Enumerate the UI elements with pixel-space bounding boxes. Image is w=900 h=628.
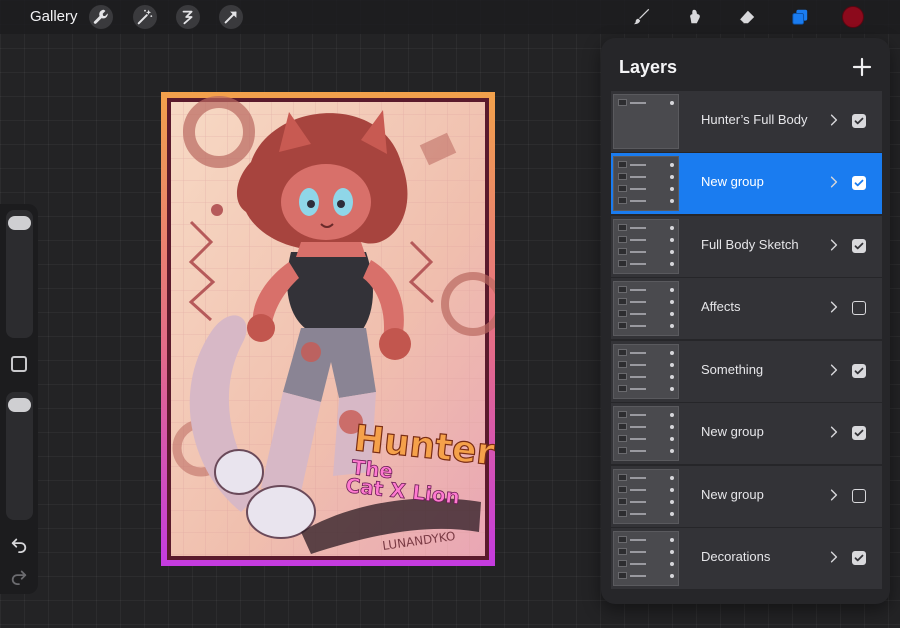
sublayer-preview [618, 435, 676, 443]
sublayer-preview [618, 536, 676, 544]
visibility-checkbox[interactable] [852, 364, 866, 378]
layer-row[interactable]: New group [611, 153, 882, 214]
sublayer-preview [618, 286, 676, 294]
chevron-right-icon[interactable] [828, 549, 840, 565]
magic-wand-icon[interactable] [133, 5, 157, 29]
sublayer-preview [618, 486, 676, 494]
sublayer-preview [618, 385, 676, 393]
plus-icon[interactable] [849, 54, 875, 80]
layer-thumbnail[interactable] [613, 344, 679, 399]
sublayer-preview [618, 236, 676, 244]
sublayer-preview [618, 498, 676, 506]
layer-row[interactable]: New group [611, 403, 882, 464]
sublayer-preview [618, 423, 676, 431]
sublayer-preview [618, 560, 676, 568]
chevron-right-icon[interactable] [828, 424, 840, 440]
sublayer-preview [618, 373, 676, 381]
chevron-right-icon[interactable] [828, 487, 840, 503]
eraser-icon[interactable] [735, 5, 759, 29]
chevron-right-icon[interactable] [828, 299, 840, 315]
sublayer-preview [618, 310, 676, 318]
layers-panel: Layers Hunter’s Full Body New group Full B… [601, 38, 890, 604]
layer-thumbnail[interactable] [613, 281, 679, 336]
layer-thumbnail[interactable] [613, 469, 679, 524]
visibility-checkbox[interactable] [852, 114, 866, 128]
layer-thumbnail[interactable] [613, 406, 679, 461]
brush-size-slider[interactable] [6, 210, 33, 338]
top-toolbar: Gallery [0, 0, 900, 34]
layer-name: Full Body Sketch [701, 237, 799, 252]
sublayer-preview [618, 447, 676, 455]
layer-thumbnail[interactable] [611, 154, 681, 213]
sublayer-preview [618, 510, 676, 518]
redo-icon[interactable] [9, 566, 29, 586]
chevron-right-icon[interactable] [828, 112, 840, 128]
sublayer-preview [618, 361, 676, 369]
layer-name: Affects [701, 299, 741, 314]
visibility-checkbox[interactable] [852, 239, 866, 253]
sublayer-preview [618, 298, 676, 306]
sublayer-preview [618, 349, 676, 357]
undo-icon[interactable] [9, 534, 29, 554]
layer-name: New group [701, 424, 764, 439]
layer-name: Hunter’s Full Body [701, 112, 808, 127]
left-sidebar [0, 204, 38, 594]
visibility-checkbox[interactable] [852, 301, 866, 315]
visibility-checkbox[interactable] [852, 489, 866, 503]
color-picker-button[interactable] [842, 6, 864, 28]
layer-thumbnail[interactable] [613, 531, 679, 586]
layer-row[interactable]: Hunter’s Full Body [611, 91, 882, 152]
chevron-right-icon[interactable] [828, 362, 840, 378]
canvas-artwork[interactable]: Hunter The Cat X Lion LUNANDYKO [161, 92, 495, 566]
modify-button[interactable] [11, 356, 27, 372]
brush-icon[interactable] [630, 5, 654, 29]
sublayer-preview [618, 197, 676, 205]
sublayer-preview [618, 185, 676, 193]
artwork-illustration: Hunter The Cat X Lion LUNANDYKO [161, 92, 495, 566]
sublayer-preview [618, 548, 676, 556]
wrench-icon[interactable] [89, 5, 113, 29]
sublayer-preview [618, 572, 676, 580]
gallery-button[interactable]: Gallery [30, 8, 78, 25]
layers-panel-title: Layers [619, 57, 678, 77]
selection-icon[interactable] [176, 5, 200, 29]
sublayer-preview [618, 248, 676, 256]
layer-row[interactable]: Full Body Sketch [611, 216, 882, 277]
brush-size-knob[interactable] [8, 216, 31, 230]
layer-name: Decorations [701, 549, 771, 564]
chevron-right-icon[interactable] [828, 174, 840, 190]
visibility-checkbox[interactable] [852, 426, 866, 440]
sublayer-preview [618, 260, 676, 268]
sublayer-preview [618, 474, 676, 482]
layer-row[interactable]: New group [611, 466, 882, 527]
layer-thumbnail[interactable] [613, 219, 679, 274]
visibility-checkbox[interactable] [852, 176, 866, 190]
layer-row[interactable]: Decorations [611, 528, 882, 589]
visibility-checkbox[interactable] [852, 551, 866, 565]
sublayer-preview [618, 224, 676, 232]
sublayer-preview [618, 411, 676, 419]
layer-row[interactable]: Something [611, 341, 882, 402]
sublayer-preview [618, 173, 676, 181]
layer-name: Something [701, 362, 764, 377]
layer-row[interactable]: Affects [611, 278, 882, 339]
transform-arrow-icon[interactable] [219, 5, 243, 29]
opacity-knob[interactable] [8, 398, 31, 412]
smudge-icon[interactable] [683, 5, 707, 29]
layer-name: New group [701, 174, 764, 189]
layer-name: New group [701, 487, 764, 502]
sublayer-preview [618, 322, 676, 330]
layer-thumbnail[interactable] [613, 94, 679, 149]
sublayer-preview [618, 99, 676, 107]
chevron-right-icon[interactable] [828, 237, 840, 253]
layers-icon[interactable] [788, 5, 812, 29]
sublayer-preview [618, 161, 676, 169]
opacity-slider[interactable] [6, 392, 33, 520]
